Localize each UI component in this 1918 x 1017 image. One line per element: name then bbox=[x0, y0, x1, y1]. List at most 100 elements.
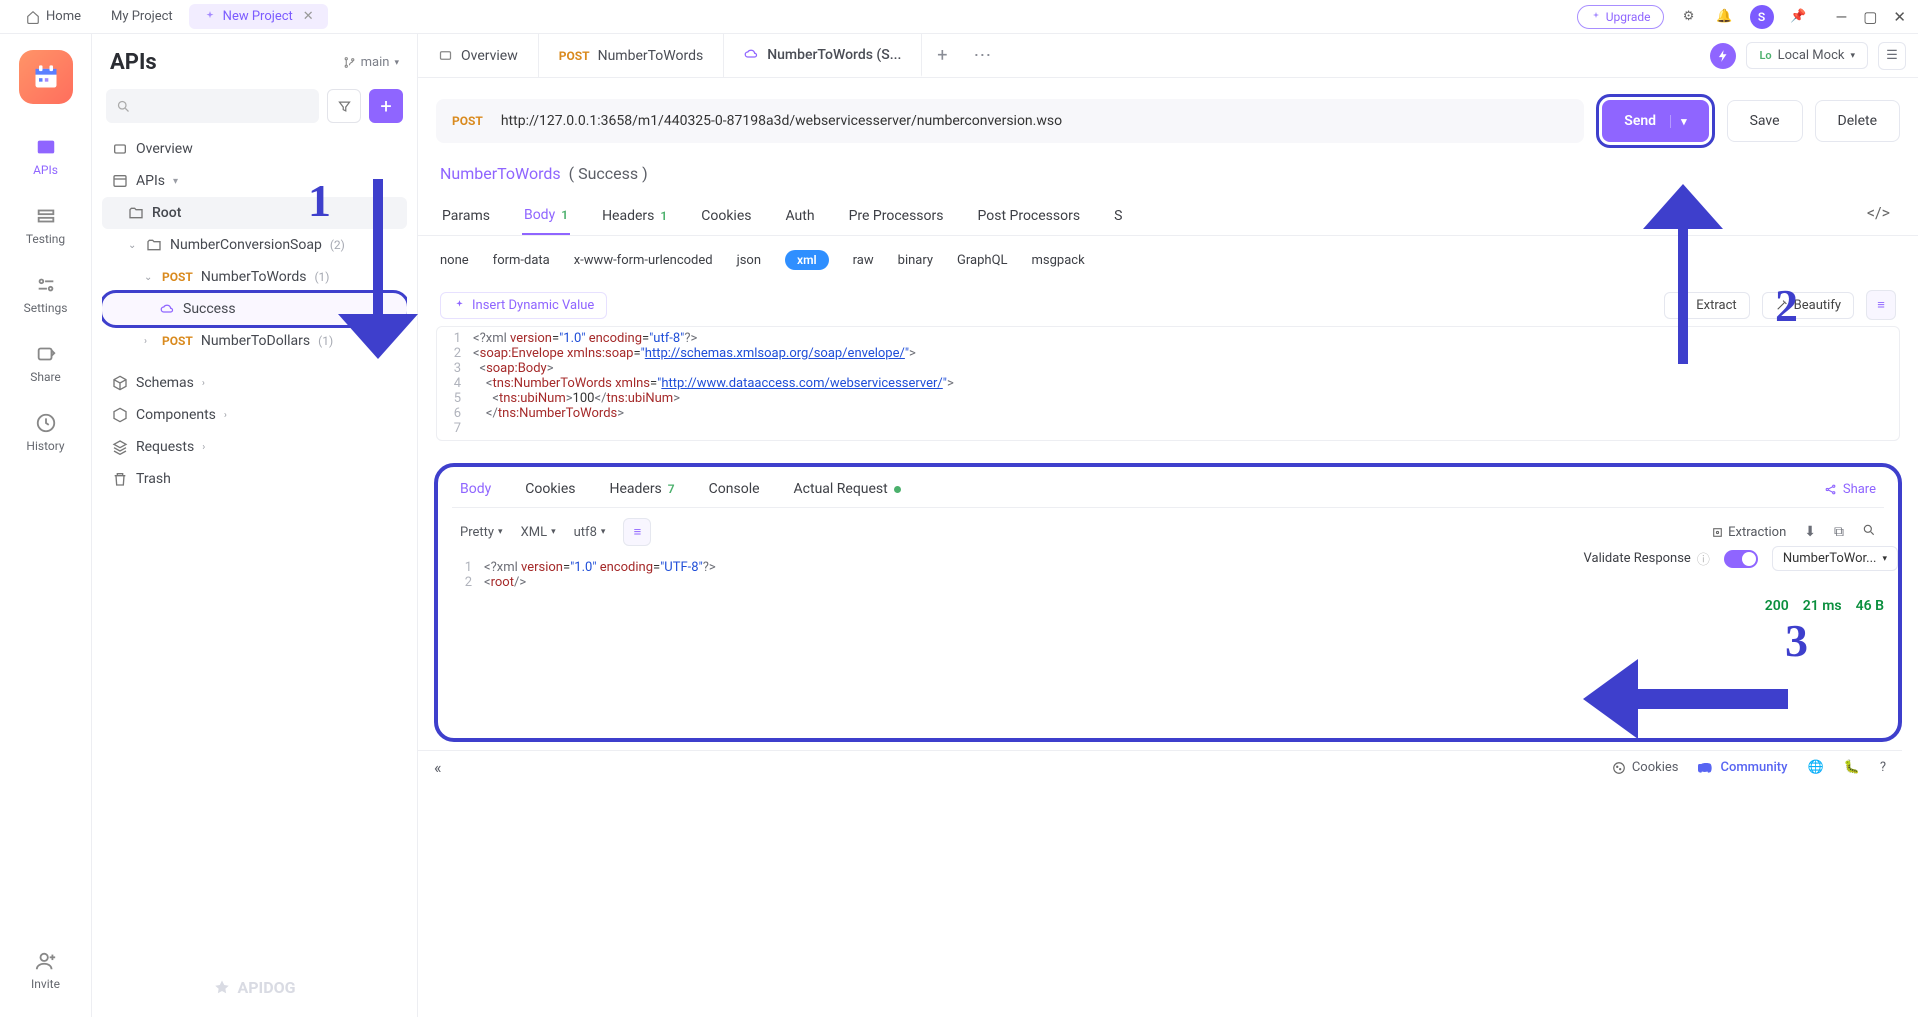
send-dropdown-icon[interactable]: ▾ bbox=[1670, 115, 1687, 128]
insert-dynamic-value-button[interactable]: Insert Dynamic Value bbox=[440, 292, 607, 319]
tree-group-numberconversion[interactable]: ⌄ NumberConversionSoap (2) bbox=[102, 229, 407, 261]
branch-picker[interactable]: main ▾ bbox=[343, 55, 399, 70]
share-button[interactable]: Share bbox=[1824, 482, 1876, 497]
response-tab-cookies[interactable]: Cookies bbox=[525, 481, 575, 497]
tab-auth[interactable]: Auth bbox=[783, 197, 816, 235]
charset-select[interactable]: utf8 ▾ bbox=[574, 525, 606, 540]
bodytype-graphql[interactable]: GraphQL bbox=[957, 253, 1007, 268]
api-tree: Overview APIs ▾ Root ⌄ NumberConversionS… bbox=[102, 133, 407, 966]
bodytype-none[interactable]: none bbox=[440, 253, 469, 268]
globe-icon[interactable]: 🌐 bbox=[1807, 760, 1823, 775]
wrap-button[interactable]: ≡ bbox=[1866, 290, 1896, 320]
close-icon[interactable]: ✕ bbox=[303, 9, 314, 24]
bell-icon[interactable]: 🔔 bbox=[1714, 6, 1736, 28]
run-button[interactable] bbox=[1710, 43, 1736, 69]
extraction-button[interactable]: Extraction bbox=[1711, 525, 1786, 540]
sparkle-icon bbox=[1590, 11, 1602, 23]
validate-toggle[interactable] bbox=[1724, 550, 1758, 568]
pin-icon[interactable]: 📌 bbox=[1788, 6, 1810, 28]
bodytype-xwww[interactable]: x-www-form-urlencoded bbox=[574, 253, 713, 268]
response-tab-actual[interactable]: Actual Request bbox=[794, 481, 901, 497]
git-branch-icon bbox=[343, 56, 356, 69]
bodytype-xml[interactable]: xml bbox=[785, 250, 829, 270]
tab-settings[interactable]: S bbox=[1112, 197, 1124, 235]
schema-select[interactable]: NumberToWor... ▾ bbox=[1772, 546, 1898, 571]
bug-icon[interactable]: 🐛 bbox=[1844, 760, 1860, 775]
format-select[interactable]: XML ▾ bbox=[521, 525, 556, 540]
tab-params[interactable]: Params bbox=[440, 197, 492, 235]
footer-cookies[interactable]: Cookies bbox=[1612, 760, 1679, 775]
bodytype-msgpack[interactable]: msgpack bbox=[1032, 253, 1085, 268]
collapse-icon[interactable]: « bbox=[434, 758, 442, 777]
bodytype-formdata[interactable]: form-data bbox=[493, 253, 550, 268]
tab-postprocessors[interactable]: Post Processors bbox=[976, 197, 1083, 235]
rail-item-invite[interactable]: Invite bbox=[12, 940, 80, 1001]
minimize-icon[interactable]: — bbox=[1836, 8, 1848, 26]
upgrade-button[interactable]: Upgrade bbox=[1577, 5, 1664, 29]
environment-picker[interactable]: Lo Local Mock ▾ bbox=[1746, 42, 1868, 69]
filter-button[interactable] bbox=[327, 89, 361, 123]
close-icon[interactable]: ✕ bbox=[1893, 8, 1906, 26]
tree-overview[interactable]: Overview bbox=[102, 133, 407, 165]
tree-components[interactable]: Components › bbox=[102, 399, 407, 431]
tab-cookies[interactable]: Cookies bbox=[699, 197, 753, 235]
delete-button[interactable]: Delete bbox=[1815, 100, 1900, 142]
rail-item-apis[interactable]: APIs bbox=[12, 126, 80, 187]
bodytype-raw[interactable]: raw bbox=[853, 253, 874, 268]
url-input[interactable]: POST http://127.0.0.1:3658/m1/440325-0-8… bbox=[436, 99, 1584, 143]
search-input[interactable] bbox=[106, 89, 319, 123]
add-tab-button[interactable]: + bbox=[922, 45, 962, 66]
help-icon[interactable]: ? bbox=[1880, 760, 1886, 775]
chevron-down-icon: ▾ bbox=[173, 176, 183, 187]
beautify-button[interactable]: Beautify bbox=[1762, 292, 1854, 319]
rail-item-history[interactable]: History bbox=[12, 402, 80, 463]
workspace: Overview POST NumberToWords NumberToWord… bbox=[418, 34, 1918, 1017]
tree-schemas[interactable]: Schemas › bbox=[102, 367, 407, 399]
settings-icon[interactable]: ⚙ bbox=[1678, 6, 1700, 28]
tree-trash[interactable]: Trash bbox=[102, 463, 407, 495]
tab-numbertowords-success[interactable]: NumberToWords (S... bbox=[724, 34, 922, 77]
code-toggle-icon[interactable]: </> bbox=[1861, 197, 1896, 235]
copy-icon[interactable]: ⧉ bbox=[1834, 524, 1844, 540]
response-tab-body[interactable]: Body bbox=[460, 481, 491, 497]
window-tab-newproject[interactable]: New Project ✕ bbox=[189, 4, 328, 29]
tree-response-success[interactable]: Success bbox=[102, 293, 407, 325]
bodytype-json[interactable]: json bbox=[737, 253, 761, 268]
tree-endpoint-numbertodollars[interactable]: › POST NumberToDollars (1) bbox=[102, 325, 407, 357]
panel-menu-button[interactable]: ☰ bbox=[1878, 42, 1906, 70]
chevron-right-icon: › bbox=[144, 336, 154, 347]
pretty-select[interactable]: Pretty ▾ bbox=[460, 525, 503, 540]
tab-preprocessors[interactable]: Pre Processors bbox=[847, 197, 946, 235]
info-icon[interactable]: ⓘ bbox=[1697, 549, 1710, 568]
tree-root[interactable]: Root bbox=[102, 197, 407, 229]
tab-body[interactable]: Body 1 bbox=[522, 197, 570, 235]
avatar[interactable]: S bbox=[1750, 5, 1774, 29]
tab-headers[interactable]: Headers 1 bbox=[600, 197, 669, 235]
request-body-editor[interactable]: 1<?xml version="1.0" encoding="utf-8"?> … bbox=[436, 326, 1900, 441]
tab-overview[interactable]: Overview bbox=[418, 34, 539, 77]
tree-endpoint-numbertowords[interactable]: ⌄ POST NumberToWords (1) bbox=[102, 261, 407, 293]
more-tabs-button[interactable]: ⋯ bbox=[962, 45, 1002, 66]
rail-item-testing[interactable]: Testing bbox=[12, 195, 80, 256]
download-icon[interactable]: ⬇ bbox=[1804, 524, 1816, 540]
search-icon[interactable] bbox=[1862, 523, 1876, 541]
send-button[interactable]: Send ▾ bbox=[1602, 100, 1708, 142]
rail-item-settings[interactable]: Settings bbox=[12, 264, 80, 325]
response-tab-console[interactable]: Console bbox=[709, 481, 760, 497]
window-tab-project[interactable]: My Project bbox=[97, 4, 187, 29]
tree-apis[interactable]: APIs ▾ bbox=[102, 165, 407, 197]
tab-numbertowords[interactable]: POST NumberToWords bbox=[539, 34, 724, 77]
app-logo[interactable] bbox=[19, 50, 73, 104]
save-button[interactable]: Save bbox=[1727, 100, 1803, 142]
target-icon bbox=[1711, 526, 1724, 539]
footer-community[interactable]: Community bbox=[1698, 760, 1787, 776]
response-tab-headers[interactable]: Headers 7 bbox=[609, 481, 674, 497]
add-button[interactable]: + bbox=[369, 89, 403, 123]
rail-item-share[interactable]: Share bbox=[12, 333, 80, 394]
wrap-button[interactable]: ≡ bbox=[623, 518, 651, 546]
window-tab-home[interactable]: Home bbox=[12, 4, 95, 29]
bodytype-binary[interactable]: binary bbox=[898, 253, 933, 268]
maximize-icon[interactable]: ▢ bbox=[1863, 8, 1877, 26]
tree-requests[interactable]: Requests › bbox=[102, 431, 407, 463]
extract-button[interactable]: Extract bbox=[1664, 292, 1749, 319]
